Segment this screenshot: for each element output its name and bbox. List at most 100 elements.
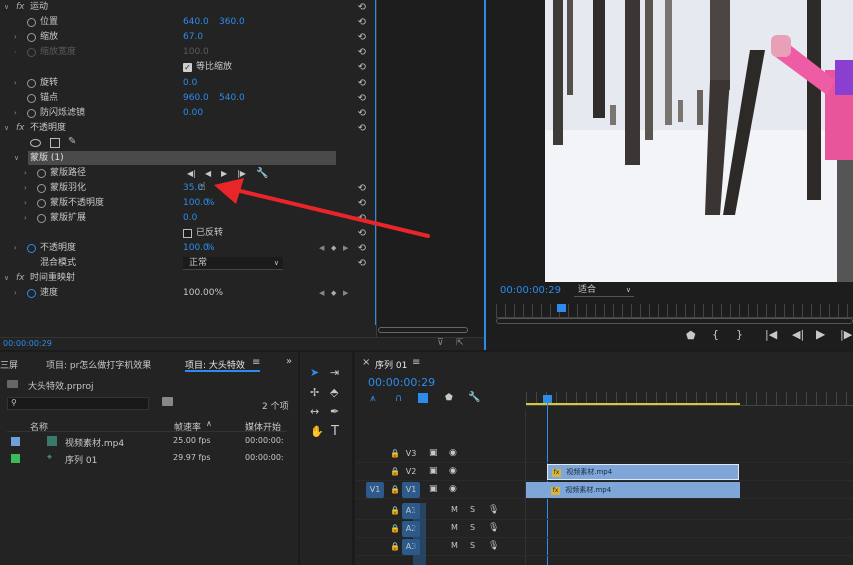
stopwatch-icon[interactable]: [27, 18, 36, 27]
reset-icon[interactable]: ⟲: [358, 0, 366, 15]
ripple-edit-tool-icon[interactable]: ✢: [310, 386, 319, 399]
stopwatch-icon[interactable]: [37, 214, 46, 223]
timeline-settings-icon[interactable]: 🔧: [468, 392, 480, 403]
reset-icon[interactable]: ⟲: [358, 15, 366, 30]
position-y[interactable]: 360.0: [219, 15, 245, 30]
reset-icon[interactable]: ⟲: [358, 91, 366, 106]
program-video-frame[interactable]: [545, 0, 853, 282]
source-patch-v1[interactable]: V1: [366, 482, 384, 498]
mute-icon[interactable]: M: [451, 505, 458, 514]
anchor-x[interactable]: 960.0: [183, 91, 209, 106]
step-fwd-icon[interactable]: |▶: [840, 328, 852, 341]
stopwatch-icon[interactable]: [27, 33, 36, 42]
solo-icon[interactable]: S: [470, 541, 475, 550]
col-fps[interactable]: 帧速率: [174, 420, 201, 433]
prev-keyframe-icon[interactable]: ◀: [319, 286, 324, 301]
stopwatch-icon[interactable]: [27, 109, 36, 118]
linked-selection-icon[interactable]: ∩: [395, 393, 402, 404]
film-icon[interactable]: ▣: [429, 448, 438, 458]
new-bin-icon[interactable]: [162, 397, 173, 406]
stopwatch-icon[interactable]: [27, 244, 36, 253]
expand-icon[interactable]: ›: [14, 241, 17, 256]
expand-icon[interactable]: ›: [14, 76, 17, 91]
marker-icon[interactable]: ⬟: [686, 329, 696, 342]
snap-icon[interactable]: ⩚: [370, 393, 376, 404]
track-label[interactable]: V1: [402, 482, 420, 498]
step-back-icon[interactable]: ◀|: [792, 328, 804, 341]
program-timecode[interactable]: 00:00:00:29: [500, 285, 561, 296]
nest-icon[interactable]: [418, 393, 428, 403]
stopwatch-icon[interactable]: [27, 79, 36, 88]
track-select-tool-icon[interactable]: ⇥: [330, 366, 339, 379]
slip-tool-icon[interactable]: ↔: [310, 405, 319, 418]
filter-icon[interactable]: ⊽: [437, 338, 444, 348]
antiflicker-value[interactable]: 0.00: [183, 106, 203, 121]
expand-icon[interactable]: ›: [24, 196, 27, 211]
blend-mode-dropdown[interactable]: 正常 ∨: [183, 257, 283, 270]
more-panels-icon[interactable]: »: [286, 356, 292, 367]
expand-icon[interactable]: ›: [14, 30, 17, 45]
motion-row[interactable]: ∨ fx 运动 ⟲: [0, 0, 372, 15]
film-icon[interactable]: ▣: [429, 466, 438, 476]
panel-menu-icon[interactable]: ≡: [252, 357, 260, 368]
program-time-ruler[interactable]: [496, 304, 853, 318]
reset-icon[interactable]: ⟲: [358, 76, 366, 91]
razor-tool-icon[interactable]: ⬘: [330, 386, 338, 399]
program-scrollbar[interactable]: [496, 318, 853, 324]
collapse-icon[interactable]: ∨: [14, 151, 19, 166]
expand-icon[interactable]: ›: [14, 286, 17, 301]
hand-tool-icon[interactable]: ✋: [310, 425, 324, 438]
lock-icon[interactable]: 🔒: [390, 449, 400, 458]
type-tool-icon[interactable]: T: [331, 424, 339, 439]
reset-icon[interactable]: ⟲: [358, 121, 366, 136]
mask-row[interactable]: ∨ 蒙版 (1): [0, 151, 372, 166]
stopwatch-icon[interactable]: [27, 94, 36, 103]
reset-icon[interactable]: ⟲: [358, 60, 366, 75]
search-input[interactable]: ⚲: [7, 397, 149, 410]
eye-icon[interactable]: ◉: [449, 448, 457, 458]
ellipse-mask-icon[interactable]: [30, 139, 41, 147]
eye-icon[interactable]: ◉: [449, 466, 457, 476]
program-playhead[interactable]: [557, 304, 566, 312]
mic-icon[interactable]: 🎙: [488, 523, 499, 533]
lock-icon[interactable]: 🔒: [390, 467, 400, 476]
speed-value[interactable]: 100.00%: [183, 286, 223, 301]
time-remap-row[interactable]: ∨ fx 时间重映射: [0, 271, 372, 286]
reset-icon[interactable]: ⟲: [358, 256, 366, 271]
stopwatch-icon[interactable]: [27, 289, 36, 298]
inverted-checkbox[interactable]: [183, 229, 192, 238]
export-icon[interactable]: ⇱: [456, 338, 464, 348]
collapse-icon[interactable]: ∨: [4, 271, 9, 286]
pen-mask-icon[interactable]: ✎: [68, 136, 76, 147]
tab-left[interactable]: 三屏: [0, 358, 18, 371]
rectangle-mask-icon[interactable]: [50, 138, 60, 148]
eye-icon[interactable]: ◉: [449, 484, 457, 494]
reset-icon[interactable]: ⟲: [358, 106, 366, 121]
next-keyframe-icon[interactable]: ▶: [343, 286, 348, 301]
stopwatch-icon[interactable]: [37, 184, 46, 193]
lock-icon[interactable]: 🔒: [390, 524, 400, 533]
lock-icon[interactable]: 🔒: [390, 506, 400, 515]
film-icon[interactable]: ▣: [429, 484, 438, 494]
clip-v1[interactable]: fx 视频素材.mp4: [526, 482, 740, 498]
goto-in-icon[interactable]: |◀: [765, 328, 777, 341]
track-label[interactable]: V2: [402, 464, 420, 480]
mute-icon[interactable]: M: [451, 523, 458, 532]
mask-expansion-value[interactable]: 0.0: [183, 211, 197, 226]
collapse-icon[interactable]: ∨: [4, 0, 9, 15]
mic-icon[interactable]: 🎙: [488, 505, 499, 515]
scale-value[interactable]: 67.0: [183, 30, 203, 45]
timeline-timecode[interactable]: 00:00:00:29: [368, 376, 435, 389]
opacity-section-row[interactable]: ∨ fx 不透明度 ⟲: [0, 121, 372, 136]
sort-asc-icon[interactable]: ∧: [206, 419, 212, 428]
selection-tool-icon[interactable]: ➤: [310, 366, 319, 379]
fit-dropdown[interactable]: 适合 ∨: [574, 283, 634, 297]
timeline-playhead-handle[interactable]: [543, 395, 552, 403]
table-row[interactable]: 视频素材.mp4 25.00 fps 00:00:00:: [7, 434, 287, 450]
close-icon[interactable]: ×: [362, 357, 370, 368]
expand-icon[interactable]: ›: [24, 211, 27, 226]
solo-icon[interactable]: S: [470, 523, 475, 532]
in-icon[interactable]: {: [712, 328, 719, 341]
rotation-value[interactable]: 0.0: [183, 76, 197, 91]
table-row[interactable]: ⌖ 序列 01 29.97 fps 00:00:00:: [7, 451, 287, 467]
